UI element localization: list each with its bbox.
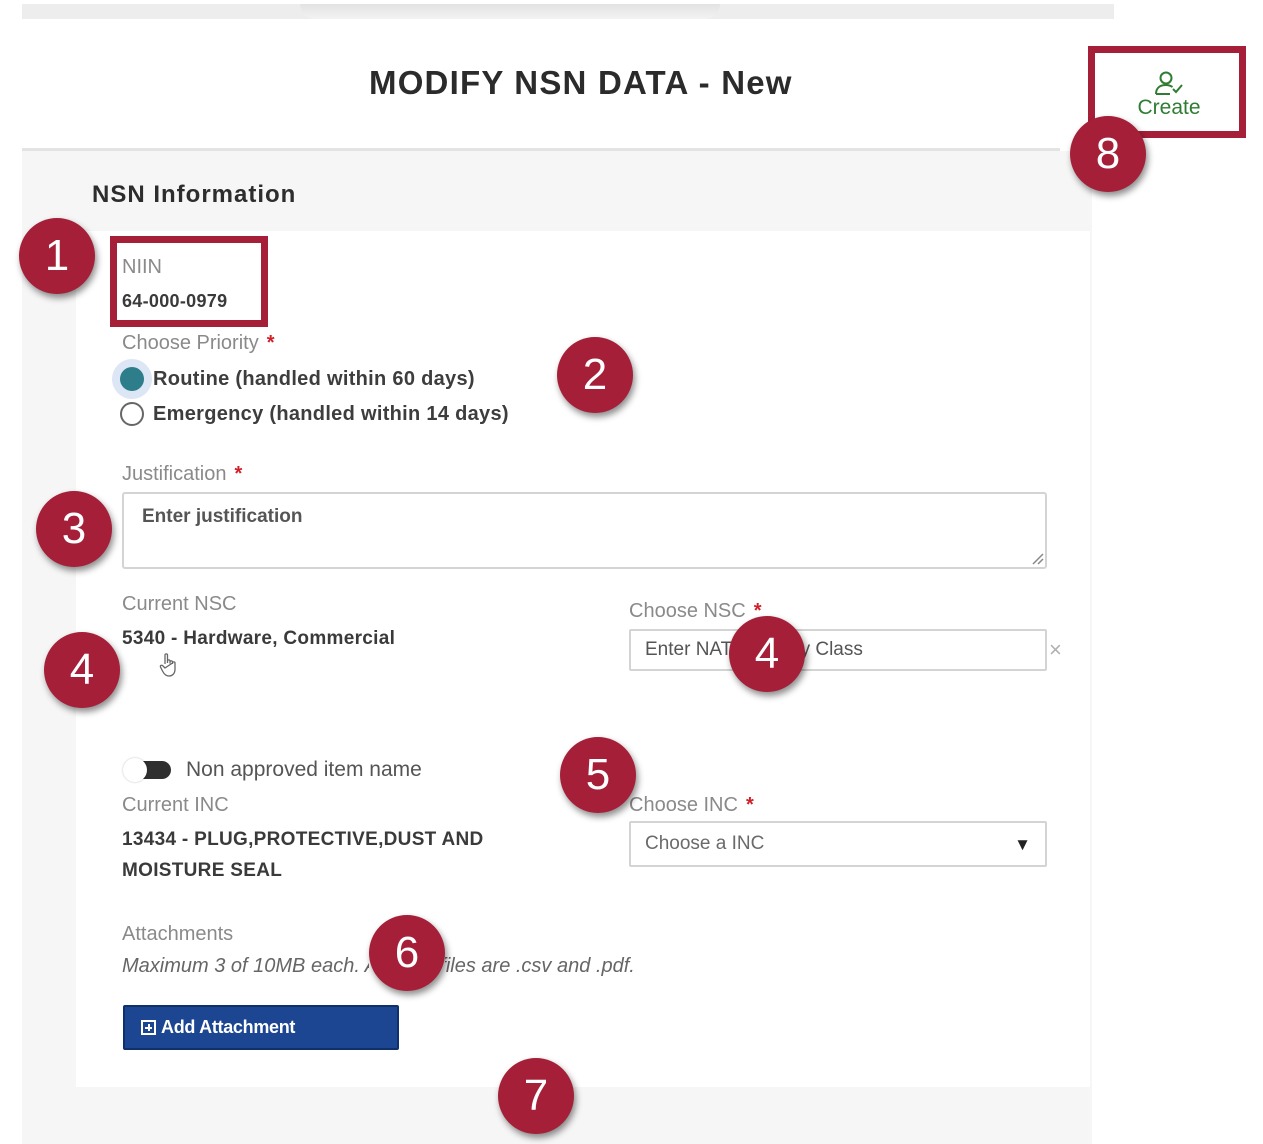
non-approved-toggle[interactable] xyxy=(123,758,171,782)
callout-badge-6: 6 xyxy=(369,915,445,991)
niin-highlight xyxy=(110,236,268,327)
callout-badge-8: 8 xyxy=(1070,116,1146,192)
current-inc-label: Current INC xyxy=(122,794,229,816)
radio-routine[interactable] xyxy=(120,367,144,391)
plus-square-icon xyxy=(141,1020,156,1035)
add-attachment-label: Add Attachment xyxy=(161,1017,296,1037)
priority-label: Choose Priority * xyxy=(122,332,275,355)
current-nsc-label: Current NSC xyxy=(122,593,237,615)
required-mark: * xyxy=(745,794,754,816)
callout-badge-2: 2 xyxy=(557,337,633,413)
current-inc-value-line1: 13434 - PLUG,PROTECTIVE,DUST AND xyxy=(122,829,484,850)
current-inc-value-line2: MOISTURE SEAL xyxy=(122,860,283,881)
user-check-icon xyxy=(1155,71,1183,95)
hand-pointer-icon xyxy=(159,653,176,677)
page-title: MODIFY NSN DATA - New xyxy=(369,64,793,101)
callout-badge-1: 1 xyxy=(19,218,95,294)
radio-emergency-label: Emergency (handled within 14 days) xyxy=(153,402,509,425)
callout-badge-5: 5 xyxy=(560,737,636,813)
chevron-down-icon: ▼ xyxy=(1014,835,1031,854)
required-mark: * xyxy=(266,332,275,354)
justification-label-text: Justification xyxy=(122,463,227,485)
choose-inc-label: Choose INC * xyxy=(629,794,754,817)
callout-badge-7: 7 xyxy=(498,1058,574,1134)
justification-label: Justification * xyxy=(122,463,242,486)
close-icon[interactable]: × xyxy=(1049,637,1062,663)
current-nsc-value: 5340 - Hardware, Commercial xyxy=(122,628,396,649)
priority-option-emergency[interactable]: Emergency (handled within 14 days) xyxy=(120,399,509,429)
choose-inc-placeholder: Choose a INC xyxy=(645,833,765,854)
choose-nsc-label-text: Choose NSC xyxy=(629,600,746,622)
resize-grip-icon[interactable] xyxy=(1030,551,1044,565)
required-mark: * xyxy=(234,463,243,485)
non-approved-label: Non approved item name xyxy=(186,758,422,781)
section-title: NSN Information xyxy=(92,181,297,208)
callout-badge-4b: 4 xyxy=(729,616,805,692)
priority-option-routine[interactable]: Routine (handled within 60 days) xyxy=(120,364,475,394)
radio-emergency[interactable] xyxy=(120,402,144,426)
top-bar-shade xyxy=(300,4,720,19)
choose-nsc-label: Choose NSC * xyxy=(629,600,762,623)
choose-inc-label-text: Choose INC xyxy=(629,794,738,816)
add-attachment-button[interactable]: Add Attachment xyxy=(123,1005,399,1050)
choose-inc-select[interactable]: Choose a INC ▼ xyxy=(629,821,1047,867)
priority-label-text: Choose Priority xyxy=(122,332,259,354)
attachments-label: Attachments xyxy=(122,923,234,945)
choose-nsc-input[interactable] xyxy=(629,629,1047,671)
create-label: Create xyxy=(1137,96,1201,119)
radio-routine-label: Routine (handled within 60 days) xyxy=(153,367,475,390)
justification-input[interactable] xyxy=(122,492,1047,569)
callout-badge-4a: 4 xyxy=(44,632,120,708)
toggle-knob xyxy=(123,758,147,782)
callout-badge-3: 3 xyxy=(36,491,112,567)
